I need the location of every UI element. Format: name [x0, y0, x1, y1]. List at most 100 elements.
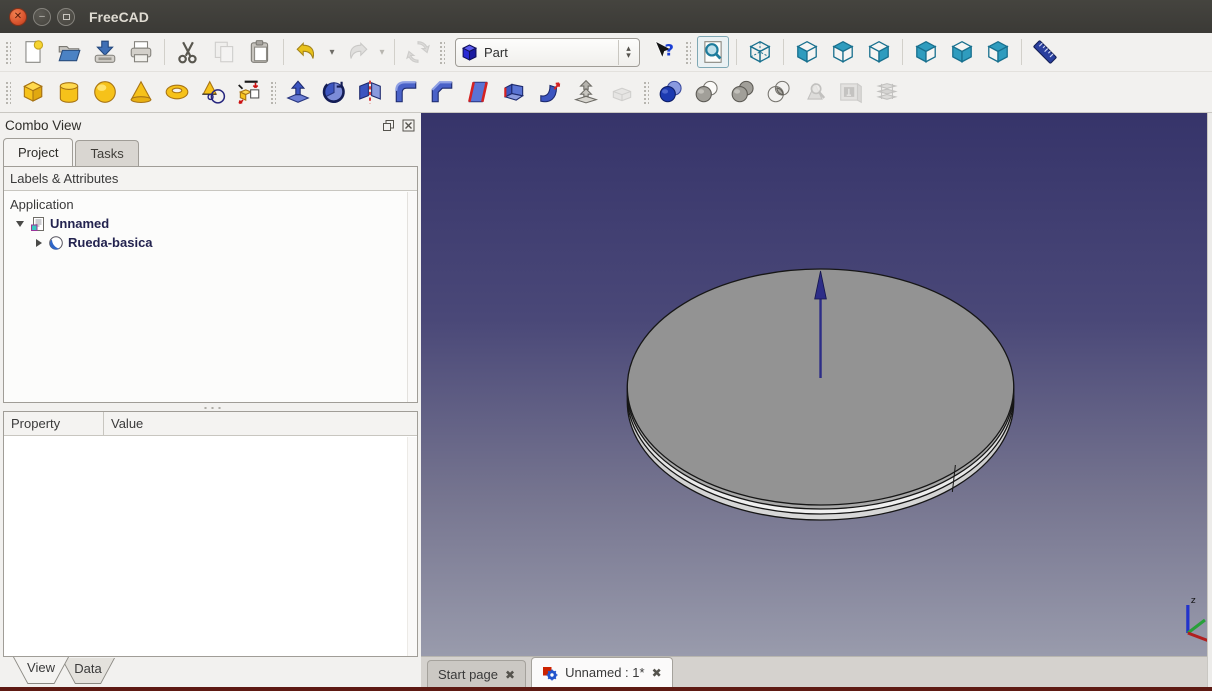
combo-spinner-icon[interactable]: [618, 39, 638, 65]
measure-distance-button[interactable]: [1029, 36, 1061, 68]
tab-unnamed-document[interactable]: Unnamed : 1*: [531, 657, 673, 687]
toolbar-separator: [902, 39, 903, 65]
view-top-button[interactable]: [827, 36, 859, 68]
tree-item-rueda-basica[interactable]: Rueda-basica: [4, 233, 407, 252]
toolbar-grip[interactable]: [4, 40, 11, 64]
property-scrollbar[interactable]: [407, 437, 417, 656]
refresh-icon: [405, 39, 431, 65]
tree-scrollbar[interactable]: [407, 192, 417, 402]
check-geometry-icon: [802, 79, 828, 105]
expander-open-icon[interactable]: [16, 220, 24, 227]
tree-item-unnamed[interactable]: Unnamed: [4, 214, 407, 233]
paste-icon: [247, 39, 273, 65]
view-bottom-button[interactable]: [946, 36, 978, 68]
axis-label-z: z: [1191, 596, 1196, 606]
view-rear-button[interactable]: [910, 36, 942, 68]
toolbar-grip[interactable]: [684, 40, 691, 64]
box-icon: [20, 79, 46, 105]
cut-button[interactable]: [172, 36, 204, 68]
view-left-button[interactable]: [982, 36, 1014, 68]
toolbar-grip[interactable]: [642, 80, 649, 104]
box-button[interactable]: [17, 76, 49, 108]
view-front-button[interactable]: [791, 36, 823, 68]
paste-button[interactable]: [244, 36, 276, 68]
view-rear-icon: [913, 39, 939, 65]
open-folder-button[interactable]: [53, 36, 85, 68]
combo-view-dock: Combo View Project Tasks Labels & Attrib…: [0, 113, 421, 687]
workbench-selector[interactable]: Part: [455, 37, 640, 67]
document-icon: [31, 216, 44, 231]
toolbar-separator: [283, 39, 284, 65]
property-table-header: Property Value: [4, 412, 417, 436]
tree-root-application[interactable]: Application: [4, 195, 407, 214]
section-button: [835, 76, 867, 108]
save-button[interactable]: [89, 36, 121, 68]
tab-tasks[interactable]: Tasks: [75, 140, 139, 166]
cylinder-button[interactable]: [53, 76, 85, 108]
tab-project[interactable]: Project: [3, 138, 74, 166]
revolve-button[interactable]: [318, 76, 350, 108]
tab-start-page[interactable]: Start page: [427, 660, 527, 687]
fit-all-button[interactable]: [697, 36, 729, 68]
dropdown-caret-icon[interactable]: [325, 37, 339, 67]
primitives-button[interactable]: [197, 76, 229, 108]
cut-boolean-button[interactable]: [691, 76, 723, 108]
tab-view[interactable]: View: [13, 657, 69, 684]
freecad-window: ✕ – FreeCAD Part? Combo View Project Tas…: [0, 0, 1212, 691]
toolbar-grip[interactable]: [438, 40, 445, 64]
dock-splitter-handle[interactable]: [3, 403, 418, 411]
revolve-icon: [321, 79, 347, 105]
shape-builder-button[interactable]: [233, 76, 265, 108]
intersection-button[interactable]: [763, 76, 795, 108]
column-property[interactable]: Property: [4, 412, 104, 435]
view-axonometric-button[interactable]: [744, 36, 776, 68]
window-minimize-icon[interactable]: –: [33, 7, 51, 26]
tab-data[interactable]: Data: [61, 658, 115, 684]
torus-button[interactable]: [161, 76, 193, 108]
union-button[interactable]: [727, 76, 759, 108]
sweep-button[interactable]: [534, 76, 566, 108]
new-file-button[interactable]: [17, 36, 49, 68]
toolbar-separator: [783, 39, 784, 65]
loft-button[interactable]: [498, 76, 530, 108]
dock-float-icon[interactable]: [380, 118, 396, 134]
boolean-button[interactable]: [655, 76, 687, 108]
union-icon: [730, 79, 756, 105]
wheel-model: z Y X: [626, 268, 1212, 643]
toolbar-separator: [736, 39, 737, 65]
cross-sections-icon: [874, 79, 900, 105]
ruled-surface-button[interactable]: [462, 76, 494, 108]
part-cube-icon: [461, 43, 478, 61]
print-button[interactable]: [125, 36, 157, 68]
model-tree: Application Unnamed Rueda-basica: [4, 192, 407, 402]
offset-button[interactable]: [570, 76, 602, 108]
cone-icon: [128, 79, 154, 105]
workbench-selected-label: Part: [484, 44, 508, 60]
3d-scene[interactable]: z Y X: [421, 113, 1212, 656]
toolbar-grip[interactable]: [4, 80, 11, 104]
view-bottom-icon: [949, 39, 975, 65]
offset-icon: [573, 79, 599, 105]
extrude-button[interactable]: [282, 76, 314, 108]
close-tab-icon[interactable]: [505, 667, 515, 682]
thickness-icon: [609, 79, 635, 105]
sphere-button[interactable]: [89, 76, 121, 108]
mirror-button[interactable]: [354, 76, 386, 108]
chamfer-button[interactable]: [426, 76, 458, 108]
property-view-tabs: View Data: [3, 657, 418, 687]
freecad-logo-icon: [543, 666, 558, 680]
close-tab-icon[interactable]: [652, 665, 662, 680]
cone-button[interactable]: [125, 76, 157, 108]
window-maximize-icon[interactable]: [57, 7, 75, 26]
whats-this-button[interactable]: ?: [648, 36, 680, 68]
redo-button: [341, 36, 373, 68]
column-value[interactable]: Value: [104, 412, 417, 435]
toolbar-grip[interactable]: [269, 80, 276, 104]
fillet-button[interactable]: [390, 76, 422, 108]
undo-button[interactable]: [291, 36, 323, 68]
view-right-button[interactable]: [863, 36, 895, 68]
window-close-icon[interactable]: ✕: [9, 7, 27, 26]
window-right-edge: [1207, 113, 1212, 687]
dock-close-icon[interactable]: [400, 118, 416, 134]
expander-closed-icon[interactable]: [36, 238, 42, 247]
